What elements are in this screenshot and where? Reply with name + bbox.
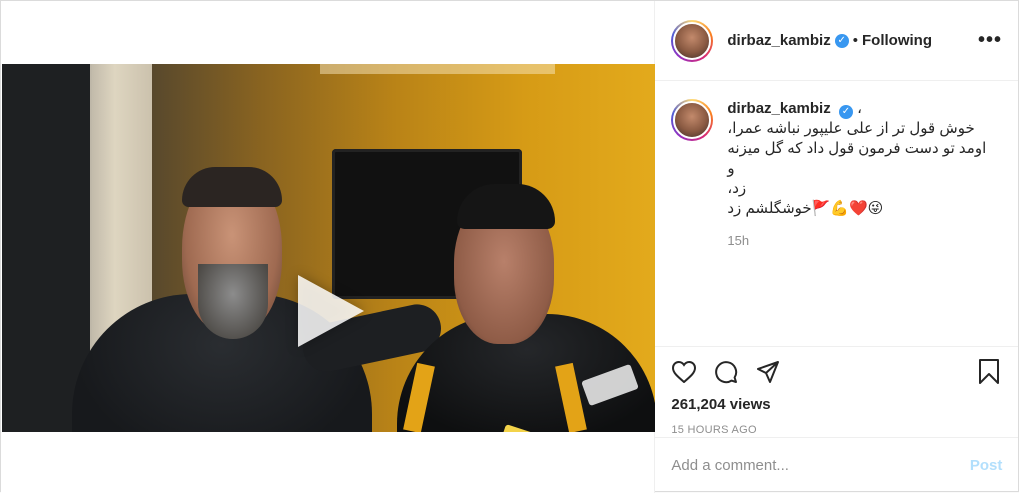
caption-first-line-tail: ،	[857, 100, 862, 117]
post-dialog: dirbaz_kambiz ✓ • Following ••• dirbaz_k…	[0, 0, 1019, 493]
post-side-panel: dirbaz_kambiz ✓ • Following ••• dirbaz_k…	[655, 1, 1019, 493]
avatar[interactable]	[673, 21, 712, 60]
heart-icon[interactable]	[671, 359, 697, 385]
post-header: dirbaz_kambiz ✓ • Following •••	[655, 1, 1018, 81]
comment-input[interactable]	[671, 457, 970, 474]
header-username[interactable]: dirbaz_kambiz	[727, 32, 830, 49]
following-button[interactable]: Following	[862, 32, 932, 49]
caption-time[interactable]: 15h	[727, 231, 986, 251]
video-player[interactable]	[2, 64, 655, 432]
caption-username[interactable]: dirbaz_kambiz	[727, 100, 830, 117]
action-bar	[655, 346, 1018, 396]
media-panel	[1, 1, 656, 493]
more-horizontal-icon[interactable]: •••	[978, 29, 1002, 52]
verified-badge-icon: ✓	[834, 33, 849, 48]
post-comment-button[interactable]: Post	[970, 457, 1003, 474]
caption-verified-badge-icon: ✓	[838, 105, 853, 119]
bookmark-icon[interactable]	[976, 358, 1002, 385]
separator-dot: •	[852, 32, 858, 49]
caption-story-ring[interactable]	[671, 99, 714, 141]
story-ring[interactable]	[671, 19, 714, 62]
caption-line: 😜❤️💪🚩خوشگلشم زد	[727, 200, 884, 217]
caption-body: dirbaz_kambiz ✓ ، خوش قول تر از علی علیپ…	[727, 99, 986, 346]
share-icon[interactable]	[755, 359, 781, 385]
caption-line: اومد تو دست فرمون قول داد که گل میزنه	[727, 140, 987, 157]
caption-avatar[interactable]	[673, 101, 712, 139]
caption-line: و	[727, 160, 735, 177]
caption-line: زد،	[727, 180, 747, 197]
comment-form: Post	[655, 437, 1019, 493]
caption: dirbaz_kambiz ✓ ، خوش قول تر از علی علیپ…	[655, 81, 1018, 346]
view-count[interactable]: 261,204 views	[655, 396, 1018, 418]
comment-icon[interactable]	[713, 359, 739, 385]
caption-line: خوش قول تر از علی علیپور نباشه عمرا،	[727, 120, 975, 137]
play-icon[interactable]	[298, 275, 364, 347]
